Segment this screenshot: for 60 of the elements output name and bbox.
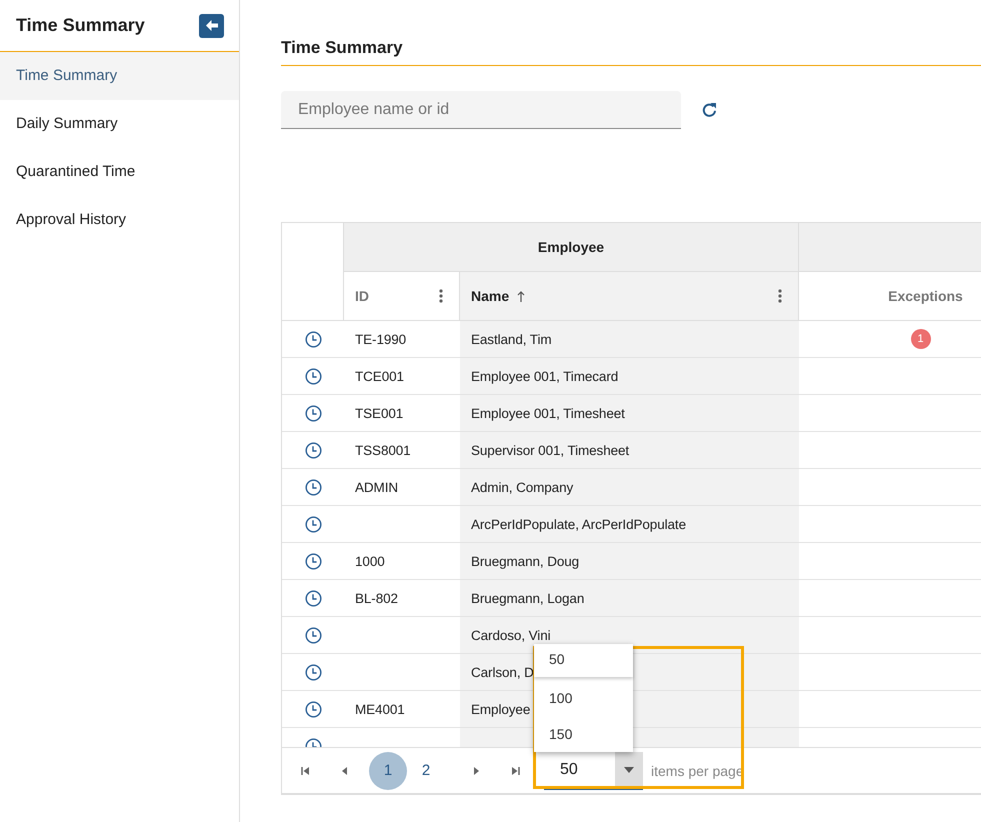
table-cell: Carlson, D [471,664,534,680]
table-cell: 1000 [355,554,385,568]
clock-icon[interactable] [304,626,322,644]
table-cell: TE-1990 [355,332,406,346]
page-button[interactable]: 2 [407,752,445,790]
clock-icon[interactable] [304,700,322,718]
search-field[interactable]: Employee name or id [281,91,681,129]
group-header: Employee [344,223,799,272]
triangle-left-icon [340,766,348,776]
table-cell: ME4001 [355,702,405,716]
page-title: Time Summary [281,38,981,66]
arrow-left-icon [206,20,218,31]
clock-icon[interactable] [304,330,322,348]
last-page-icon [510,766,520,776]
menu-option[interactable]: 150 [534,716,633,752]
table-cell: Admin, Company [471,480,574,494]
table-cell: ADMIN [355,480,398,494]
sidebar-item[interactable]: Daily Summary [0,100,239,148]
table-cell: Bruegmann, Doug [471,554,580,568]
menu-option[interactable]: 100 [534,680,633,716]
clock-icon[interactable] [304,368,322,384]
table-cell: TSS8001 [355,442,411,458]
table-cell: BL-802 [355,590,398,606]
table-cell: Bruegmann, Logan [471,590,584,606]
sort-arrow-icon [517,290,526,302]
refresh-icon[interactable] [702,102,717,118]
clock-icon[interactable] [304,404,322,422]
sidebar-item[interactable]: Approval History [0,196,239,244]
column-label: Exceptions [888,288,963,304]
clock-icon[interactable] [304,590,322,606]
clock-icon[interactable] [304,442,322,458]
page-button[interactable]: 1 [369,752,407,790]
column-menu-icon[interactable] [439,289,443,303]
clock-icon[interactable] [304,516,322,532]
column-header[interactable]: Name [460,272,799,321]
table-cell: TSE001 [355,406,404,420]
column-header[interactable]: ID [344,272,460,321]
table-cell: Employee [471,702,530,716]
table-cell: TCE001 [355,368,404,384]
column-label: ID [355,288,369,304]
collapse-button[interactable] [199,14,224,38]
clock-icon[interactable] [304,664,322,680]
table-cell: Supervisor 001, Timesheet [471,442,630,458]
sidebar-item[interactable]: Quarantined Time [0,148,239,196]
clock-icon[interactable] [304,478,322,496]
table-cell: Cardoso, Vini [471,628,550,642]
table-cell: Employee 001, Timecard [471,368,618,384]
caret-icon [624,766,634,772]
triangle-right-icon [472,766,480,776]
first-page-icon [300,766,310,776]
column-label: Name [471,288,510,304]
menu-option[interactable]: 50 [534,644,633,677]
table-cell: Employee 001, Timesheet [471,406,625,420]
column-menu-icon[interactable] [778,289,782,303]
table-cell: Eastland, Tim [471,332,552,346]
sidebar-title: Time Summary [16,15,145,36]
table-cell: ArcPerIdPopulate, ArcPerIdPopulate [471,516,686,532]
sidebar-item[interactable]: Time Summary [0,52,239,100]
clock-icon[interactable] [304,552,322,570]
exception-count-badge: 1 [910,329,930,349]
